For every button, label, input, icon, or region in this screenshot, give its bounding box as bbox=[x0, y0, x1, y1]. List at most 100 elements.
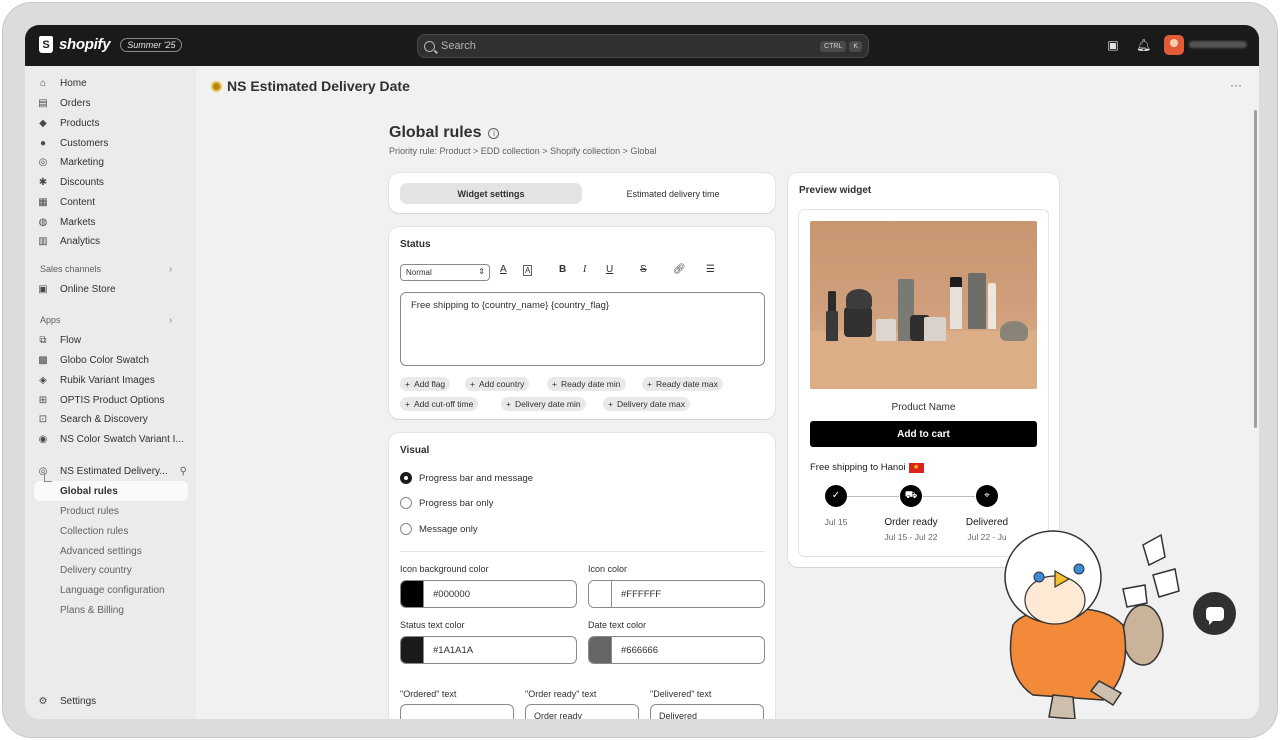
tab-widget-settings[interactable]: Widget settings bbox=[400, 183, 582, 204]
visual-card: Visual Progress bar and message Progress… bbox=[389, 433, 775, 719]
text-color-icon[interactable]: A bbox=[500, 264, 507, 275]
sidebar-item-orders[interactable]: ▤ Orders bbox=[35, 93, 187, 113]
align-icon[interactable]: ☰ bbox=[706, 264, 715, 275]
gear-icon: ⚙ bbox=[38, 695, 48, 707]
sidebar-sub-global-rules[interactable]: Global rules bbox=[60, 482, 118, 500]
ordered-text-label: "Ordered" text bbox=[400, 689, 457, 699]
device-frame: S shopify Summer '25 Search CTRL K ▣ 🔔︎ … bbox=[2, 2, 1278, 738]
ordered-text-input[interactable] bbox=[400, 704, 514, 719]
inbox-icon: ▤ bbox=[38, 97, 48, 109]
sidebar-item-optis-product-options[interactable]: ⊞ OPTIS Product Options bbox=[35, 390, 187, 410]
app-icon: ◉ bbox=[38, 433, 48, 445]
underline-icon[interactable]: U bbox=[606, 264, 613, 275]
chevron-right-icon[interactable]: › bbox=[169, 315, 172, 326]
sidebar-item-ns-color-swatch[interactable]: ◉ NS Color Swatch Variant I... bbox=[35, 429, 187, 449]
sidebar-item-rubik-variant-images[interactable]: ◈ Rubik Variant Images bbox=[35, 370, 187, 390]
text-format-select[interactable]: Normal bbox=[400, 264, 490, 281]
discount-icon: ✱ bbox=[38, 176, 48, 188]
sidebar-item-settings[interactable]: ⚙ Settings bbox=[35, 691, 187, 711]
sidebar-item-analytics[interactable]: ▥ Analytics bbox=[35, 231, 187, 251]
search-app-icon: ⊡ bbox=[38, 413, 48, 425]
tabs-card: Widget settings Estimated delivery time bbox=[389, 173, 775, 213]
color-swatch[interactable] bbox=[401, 637, 424, 663]
radio-selected-icon bbox=[400, 472, 412, 484]
bell-icon[interactable]: 🔔︎ bbox=[1136, 38, 1151, 52]
radio-message-only[interactable]: Message only bbox=[400, 523, 478, 535]
add-flag-chip[interactable]: + Add flag bbox=[400, 377, 451, 391]
color-swatch[interactable] bbox=[589, 637, 612, 663]
sidebar-sub-language-configuration[interactable]: Language configuration bbox=[60, 581, 165, 599]
sidebar-item-ns-estimated-delivery[interactable]: ◎ NS Estimated Delivery... ⚲ bbox=[35, 461, 187, 481]
flow-icon: ⧉ bbox=[39, 334, 47, 346]
color-swatch[interactable] bbox=[589, 581, 612, 607]
app-header: NS Estimated Delivery Date bbox=[211, 78, 410, 94]
chat-bubble-icon bbox=[1205, 606, 1224, 625]
inbox-icon[interactable]: ▣ bbox=[1106, 38, 1120, 52]
sidebar-item-products[interactable]: ◆ Products bbox=[35, 113, 187, 133]
apps-heading[interactable]: Apps bbox=[40, 315, 61, 325]
delivery-date-min-chip[interactable]: + Delivery date min bbox=[501, 397, 586, 411]
plus-icon: + bbox=[647, 379, 652, 389]
app-icon bbox=[211, 80, 222, 92]
sidebar-item-content[interactable]: ▦ Content bbox=[35, 192, 187, 212]
sidebar-item-discounts[interactable]: ✱ Discounts bbox=[35, 172, 187, 192]
sidebar-item-customers[interactable]: ● Customers bbox=[35, 133, 187, 153]
link-icon[interactable]: 🔗︎ bbox=[673, 264, 686, 275]
sidebar-sub-delivery-country[interactable]: Delivery country bbox=[60, 561, 132, 579]
icon-background-color-field[interactable]: #000000 bbox=[400, 580, 577, 608]
sidebar-sub-advanced-settings[interactable]: Advanced settings bbox=[60, 542, 142, 560]
order-ready-text-input[interactable]: Order ready bbox=[525, 704, 639, 719]
ready-date-min-chip[interactable]: + Ready date min bbox=[547, 377, 626, 391]
scrollbar[interactable] bbox=[1254, 110, 1257, 428]
shortcut-k-key: K bbox=[849, 40, 862, 52]
plus-icon: + bbox=[506, 399, 511, 409]
sales-channels-heading[interactable]: Sales channels bbox=[40, 264, 101, 274]
plus-icon: + bbox=[405, 399, 410, 409]
brand-name: shopify bbox=[59, 36, 111, 53]
add-cut-off-time-chip[interactable]: + Add cut-off time bbox=[400, 397, 479, 411]
sidebar-sub-collection-rules[interactable]: Collection rules bbox=[60, 522, 128, 540]
strikethrough-icon[interactable]: S bbox=[640, 264, 647, 275]
icon-color-field[interactable]: #FFFFFF bbox=[588, 580, 765, 608]
delivery-date-max-chip[interactable]: + Delivery date max bbox=[603, 397, 690, 411]
shopify-bag-icon: S bbox=[39, 36, 53, 53]
sidebar-sub-plans-billing[interactable]: Plans & Billing bbox=[60, 601, 124, 619]
sidebar-item-search-discovery[interactable]: ⊡ Search & Discovery bbox=[35, 409, 187, 429]
date-text-color-label: Date text color bbox=[588, 620, 647, 630]
date-text-color-field[interactable]: #666666 bbox=[588, 636, 765, 664]
shopify-logo[interactable]: S shopify Summer '25 bbox=[39, 36, 183, 53]
account-name-blurred[interactable] bbox=[1189, 41, 1247, 48]
visual-title: Visual bbox=[400, 445, 430, 456]
sidebar-sub-product-rules[interactable]: Product rules bbox=[60, 502, 119, 520]
search-icon bbox=[424, 40, 435, 52]
sidebar-item-markets[interactable]: ◍ Markets bbox=[35, 212, 187, 232]
sidebar-item-globo-color-swatch[interactable]: ▩ Globo Color Swatch bbox=[35, 350, 187, 370]
color-swatch[interactable] bbox=[401, 581, 424, 607]
add-country-chip[interactable]: + Add country bbox=[465, 377, 530, 391]
sidebar-item-online-store[interactable]: ▣ Online Store bbox=[35, 279, 187, 299]
search-bar[interactable]: Search CTRL K bbox=[417, 34, 869, 58]
add-to-cart-button[interactable]: Add to cart bbox=[810, 421, 1037, 447]
sidebar-item-home[interactable]: ⌂ Home bbox=[35, 73, 187, 93]
sidebar-item-marketing[interactable]: ◎ Marketing bbox=[35, 152, 187, 172]
chat-button[interactable] bbox=[1193, 592, 1236, 635]
status-text-color-field[interactable]: #1A1A1A bbox=[400, 636, 577, 664]
mascot-illustration bbox=[1004, 530, 1180, 719]
avatar[interactable] bbox=[1164, 35, 1184, 55]
pin-icon[interactable]: ⚲ bbox=[180, 466, 187, 477]
chevron-right-icon[interactable]: › bbox=[169, 264, 172, 275]
ready-date-max-chip[interactable]: + Ready date max bbox=[642, 377, 723, 391]
product-name: Product Name bbox=[891, 402, 956, 413]
italic-icon[interactable]: I bbox=[583, 264, 586, 275]
highlight-color-icon[interactable]: A bbox=[523, 265, 533, 276]
status-message-editor[interactable]: Free shipping to {country_name} {country… bbox=[400, 292, 765, 366]
bold-icon[interactable]: B bbox=[559, 264, 566, 275]
more-actions-icon[interactable]: ··· bbox=[1230, 78, 1242, 92]
sidebar-item-flow[interactable]: ⧉ Flow bbox=[35, 330, 187, 350]
radio-progress-bar-only[interactable]: Progress bar only bbox=[400, 497, 493, 509]
product-image bbox=[810, 221, 1037, 389]
tab-estimated-delivery-time[interactable]: Estimated delivery time bbox=[582, 183, 764, 204]
info-icon[interactable]: i bbox=[488, 127, 500, 139]
delivered-text-input[interactable]: Delivered bbox=[650, 704, 764, 719]
radio-progress-bar-and-message[interactable]: Progress bar and message bbox=[400, 472, 533, 484]
